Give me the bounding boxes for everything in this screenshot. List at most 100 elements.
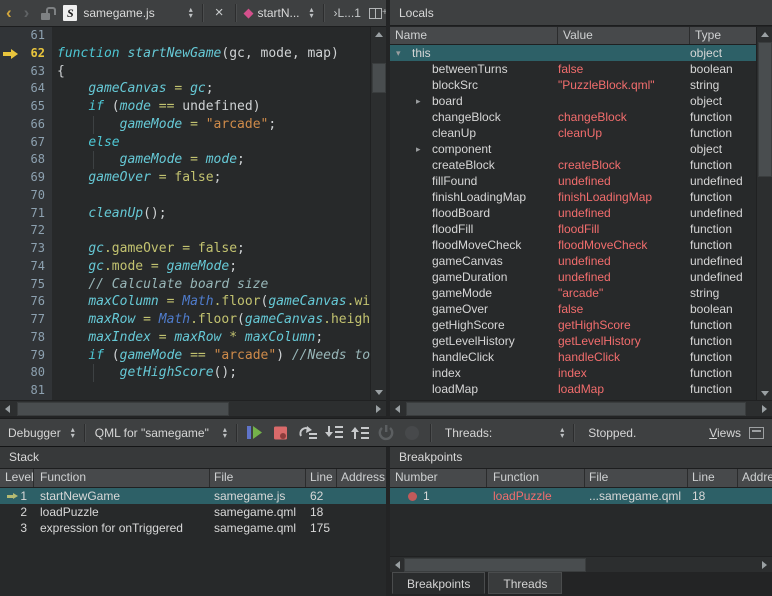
locals-row[interactable]: loadMaploadMapfunction — [390, 381, 756, 397]
code-line[interactable]: { — [57, 63, 370, 81]
vertical-splitter[interactable] — [386, 0, 390, 418]
locals-row[interactable]: getLevelHistorygetLevelHistoryfunction — [390, 333, 756, 349]
scroll-left-icon[interactable] — [390, 557, 405, 572]
locals-row[interactable]: floodBoardundefinedundefined — [390, 205, 756, 221]
scroll-right-icon[interactable] — [757, 401, 772, 416]
code-line[interactable]: gameOver = false; — [57, 169, 370, 187]
line-number-cell[interactable]: 62 — [0, 45, 52, 63]
unlock-icon[interactable] — [40, 5, 54, 21]
scroll-right-icon[interactable] — [371, 401, 386, 416]
line-number-cell[interactable]: 67 — [0, 134, 52, 152]
line-number-cell[interactable]: 73 — [0, 240, 52, 258]
step-into-button[interactable] — [323, 424, 345, 442]
scroll-down-icon[interactable] — [371, 385, 386, 400]
locals-row[interactable]: createBlockcreateBlockfunction — [390, 157, 756, 173]
locals-row[interactable]: ▸boardobject — [390, 93, 756, 109]
symbol-select-label[interactable]: startN... — [258, 6, 300, 20]
breakpoint-row[interactable]: 1loadPuzzle...samegame.qml18 — [390, 488, 772, 504]
line-number-cell[interactable]: 63 — [0, 63, 52, 81]
code-line[interactable]: gc.mode = gameMode; — [57, 258, 370, 276]
code-editor[interactable]: 6162636465666768697071727374757677787980… — [0, 27, 386, 400]
code-line[interactable]: else — [57, 134, 370, 152]
split-editor-icon[interactable]: + — [369, 8, 382, 19]
line-number-cell[interactable]: 81 — [0, 382, 52, 400]
step-over-button[interactable] — [297, 424, 319, 442]
open-document-label[interactable]: samegame.js — [83, 6, 154, 20]
column-header-file[interactable]: File — [210, 469, 306, 487]
column-header-type[interactable]: Type — [690, 27, 756, 44]
locals-row[interactable]: blockSrc"PuzzleBlock.qml"string — [390, 77, 756, 93]
scroll-up-icon[interactable] — [371, 27, 386, 42]
code-area[interactable]: function startNewGame(gc, mode, map){ ga… — [52, 27, 370, 400]
line-number-cell[interactable]: 70 — [0, 187, 52, 205]
locals-row[interactable]: betweenTurnsfalseboolean — [390, 61, 756, 77]
line-number-cell[interactable]: 77 — [0, 311, 52, 329]
locals-row[interactable]: ▸componentobject — [390, 141, 756, 157]
column-header-level[interactable]: Level — [0, 469, 34, 487]
stop-button[interactable] — [271, 424, 293, 442]
document-dropdown-icon[interactable]: ▴▾ — [189, 7, 193, 19]
locals-row[interactable]: handleClickhandleClickfunction — [390, 349, 756, 365]
code-line[interactable]: maxRow = Math.floor(gameCanvas.height — [57, 311, 370, 329]
column-header-line[interactable]: Line — [306, 469, 337, 487]
expander-closed-icon[interactable]: ▸ — [416, 93, 421, 109]
back-icon[interactable]: ‹ — [0, 1, 18, 25]
line-number-cell[interactable]: 80 — [0, 364, 52, 382]
code-line[interactable]: cleanUp(); — [57, 205, 370, 223]
line-number-cell[interactable]: 74 — [0, 258, 52, 276]
locals-row[interactable]: finishLoadingMapfinishLoadingMapfunction — [390, 189, 756, 205]
code-line[interactable]: // Calculate board size — [57, 276, 370, 294]
scroll-down-icon[interactable] — [757, 386, 772, 401]
column-header-address[interactable]: Address — [738, 469, 772, 487]
scrollbar-thumb[interactable] — [404, 558, 586, 572]
breakpoints-horizontal-scrollbar[interactable] — [390, 556, 772, 572]
locals-row[interactable]: floodMoveCheckfloodMoveCheckfunction — [390, 237, 756, 253]
code-line[interactable]: gameMode = "arcade"; — [57, 116, 370, 134]
code-line[interactable]: if (gameMode == "arcade") //Needs to — [57, 347, 370, 365]
locals-row[interactable]: getHighScoregetHighScorefunction — [390, 317, 756, 333]
column-header-name[interactable]: Name — [390, 27, 558, 44]
scroll-right-icon[interactable] — [757, 557, 772, 572]
line-number-cell[interactable]: 76 — [0, 293, 52, 311]
session-dropdown-icon[interactable]: ▴▾ — [223, 427, 227, 439]
scroll-left-icon[interactable] — [390, 401, 405, 416]
column-header-number[interactable]: Number — [390, 469, 487, 487]
line-number-cell[interactable]: 68 — [0, 151, 52, 169]
line-number-cell[interactable]: 69 — [0, 169, 52, 187]
code-line[interactable]: gameCanvas = gc; — [57, 80, 370, 98]
stack-row[interactable]: 1startNewGamesamegame.js62 — [0, 488, 386, 504]
code-line[interactable] — [57, 382, 370, 400]
line-number-cell[interactable]: 75 — [0, 276, 52, 294]
line-number-cell[interactable]: 61 — [0, 27, 52, 45]
locals-row[interactable]: floodFillfloodFillfunction — [390, 221, 756, 237]
close-document-icon[interactable]: × — [209, 2, 230, 24]
code-line[interactable]: function startNewGame(gc, mode, map) — [57, 45, 370, 63]
scrollbar-thumb[interactable] — [406, 402, 746, 416]
locals-row[interactable]: fillFoundundefinedundefined — [390, 173, 756, 189]
line-number-cell[interactable]: 65 — [0, 98, 52, 116]
scrollbar-thumb[interactable] — [758, 42, 772, 177]
code-line[interactable]: getHighScore(); — [57, 364, 370, 382]
expander-open-icon[interactable]: ▾ — [396, 45, 401, 61]
editor-vertical-scrollbar[interactable] — [370, 27, 386, 400]
locals-row[interactable]: changeBlockchangeBlockfunction — [390, 109, 756, 125]
locals-column-header[interactable]: Name Value Type — [390, 27, 756, 45]
scroll-up-icon[interactable] — [757, 27, 772, 42]
views-menu-button[interactable]: Views — [709, 426, 741, 440]
column-header-function[interactable]: Function — [34, 469, 210, 487]
symbol-dropdown-icon[interactable]: ▴▾ — [310, 7, 314, 19]
locals-row[interactable]: gameOverfalseboolean — [390, 301, 756, 317]
line-number-cell[interactable]: 71 — [0, 205, 52, 223]
expander-closed-icon[interactable]: ▸ — [416, 141, 421, 157]
column-header-file[interactable]: File — [585, 469, 688, 487]
locals-vertical-scrollbar[interactable] — [756, 27, 772, 401]
scroll-left-icon[interactable] — [0, 401, 15, 416]
code-line[interactable]: maxColumn = Math.floor(gameCanvas.wid — [57, 293, 370, 311]
scrollbar-thumb[interactable] — [17, 402, 229, 416]
stack-row[interactable]: 3expression for onTriggeredsamegame.qml1… — [0, 520, 386, 536]
locals-row[interactable]: indexindexfunction — [390, 365, 756, 381]
column-header-function[interactable]: Function — [487, 469, 585, 487]
locals-row[interactable]: gameMode"arcade"string — [390, 285, 756, 301]
editor-horizontal-scrollbar[interactable] — [0, 400, 386, 416]
engine-dropdown-icon[interactable]: ▴▾ — [71, 427, 75, 439]
